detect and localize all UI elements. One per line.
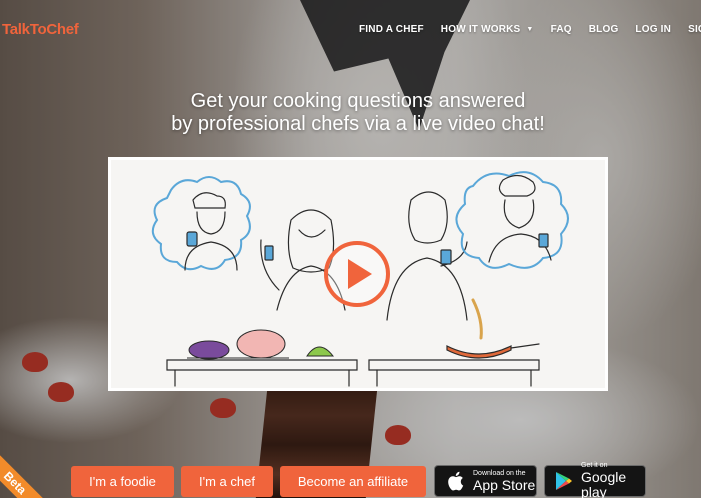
google-play-big-text: Google play — [581, 469, 627, 498]
google-play-icon — [555, 470, 573, 492]
video-play-button[interactable] — [324, 241, 390, 307]
app-store-big-text: App Store — [473, 476, 536, 493]
nav-log-in[interactable]: LOG IN — [635, 24, 671, 35]
google-play-text: Get it on Google play — [581, 462, 645, 498]
app-store-badge[interactable]: Download on the App Store — [434, 465, 537, 497]
become-an-affiliate-button[interactable]: Become an affiliate — [280, 466, 426, 497]
nav-how-it-works[interactable]: HOW IT WORKS ▼ — [441, 24, 534, 35]
play-icon — [348, 259, 372, 289]
hero-headline-line-1: Get your cooking questions answered — [190, 90, 526, 112]
hero-headline: Get your cooking questions answered by p… — [0, 90, 701, 136]
site-header: TalkToChef FIND A CHEF HOW IT WORKS ▼ FA… — [0, 0, 701, 60]
im-a-foodie-button[interactable]: I'm a foodie — [71, 466, 174, 497]
hero-headline-line-2: by professional chefs via a live video c… — [171, 113, 545, 135]
apple-icon — [445, 470, 465, 492]
main-nav: FIND A CHEF HOW IT WORKS ▼ FAQ BLOG LOG … — [359, 24, 701, 35]
intro-video-player[interactable] — [108, 157, 608, 391]
nav-find-a-chef[interactable]: FIND A CHEF — [359, 24, 424, 35]
nav-how-it-works-label: HOW IT WORKS — [440, 24, 521, 35]
google-play-badge[interactable]: Get it on Google play — [544, 462, 646, 498]
nav-sign-up[interactable]: SIGN U — [688, 24, 701, 35]
nav-faq[interactable]: FAQ — [551, 24, 572, 35]
nav-blog[interactable]: BLOG — [589, 24, 619, 35]
caret-down-icon: ▼ — [526, 26, 534, 33]
im-a-chef-button[interactable]: I'm a chef — [181, 466, 273, 497]
site-logo[interactable]: TalkToChef — [2, 21, 79, 38]
app-store-text: Download on the App Store — [473, 470, 535, 493]
